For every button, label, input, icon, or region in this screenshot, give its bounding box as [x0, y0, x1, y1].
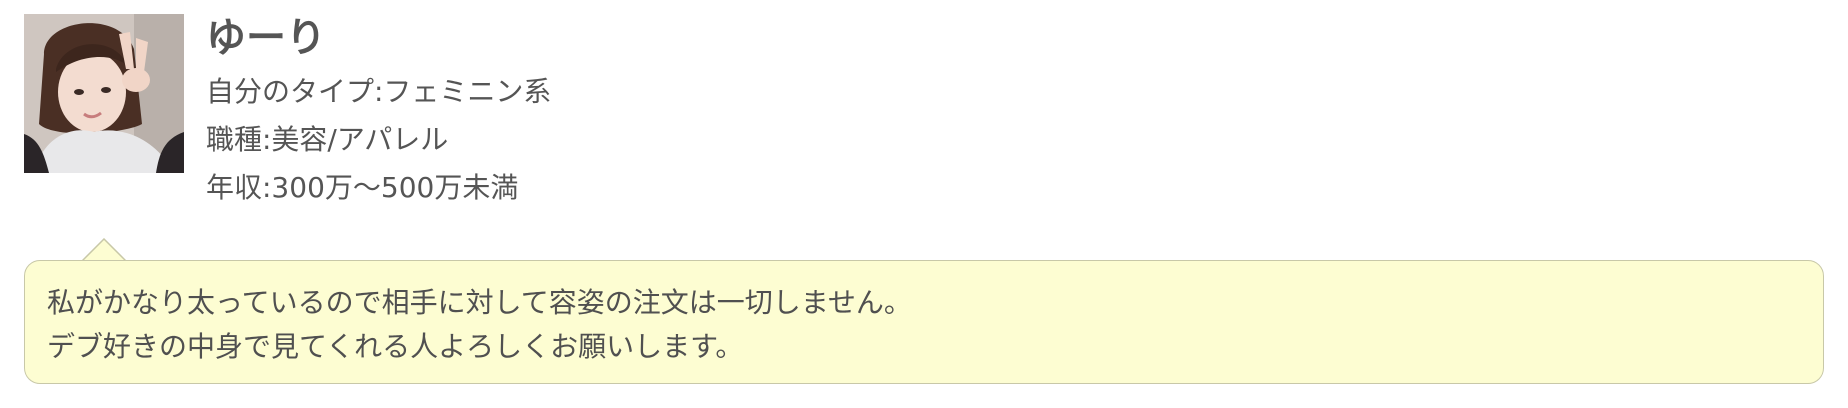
message-line: デブ好きの中身で見てくれる人よろしくお願いします。: [47, 330, 744, 363]
message-bubble: 私がかなり太っているので相手に対して容姿の注文は一切しません。 デブ好きの中身で…: [24, 260, 1824, 384]
profile-name[interactable]: ゆーり: [206, 12, 1406, 68]
speech-bubble-tail-icon: [82, 238, 126, 262]
message-line: 私がかなり太っているので相手に対して容姿の注文は一切しません。: [47, 286, 912, 319]
attribute-type: 自分のタイプ:フェミニン系: [206, 75, 552, 108]
attribute-occupation: 職種:美容/アパレル: [206, 123, 449, 156]
avatar[interactable]: [24, 14, 184, 173]
profile-info: ゆーり 自分のタイプ:フェミニン系 職種:美容/アパレル 年収:300万〜500…: [206, 12, 1406, 212]
attribute-income: 年収:300万〜500万未満: [206, 171, 519, 204]
message-text: 私がかなり太っているので相手に対して容姿の注文は一切しません。 デブ好きの中身で…: [47, 281, 1801, 369]
profile-card: ゆーり 自分のタイプ:フェミニン系 職種:美容/アパレル 年収:300万〜500…: [0, 0, 1848, 408]
avatar-photo-icon: [24, 14, 184, 173]
